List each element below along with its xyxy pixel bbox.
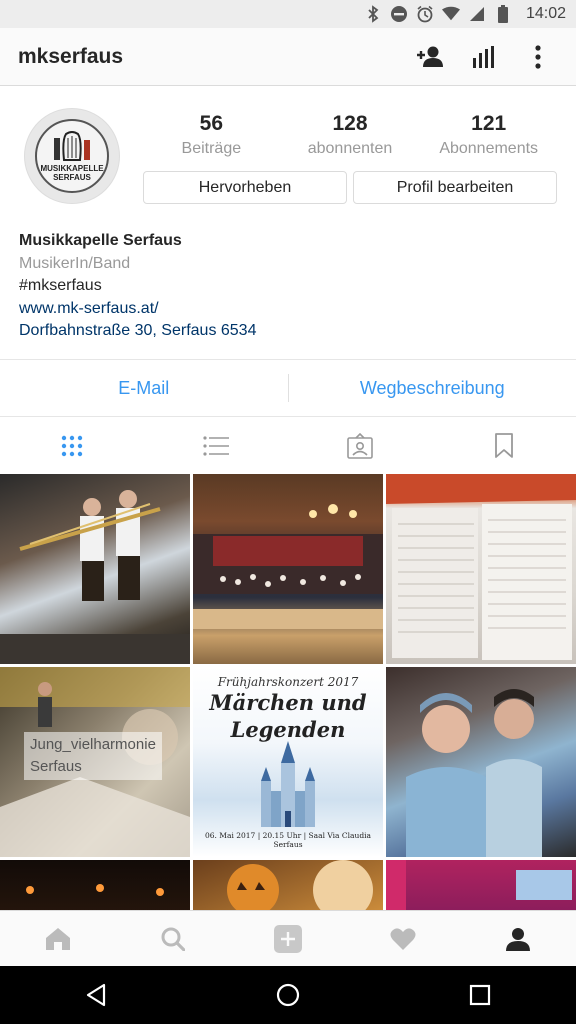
email-button[interactable]: E-Mail — [0, 378, 288, 399]
recents-icon — [469, 984, 491, 1006]
back-icon — [86, 983, 106, 1007]
post-thumbnail[interactable] — [0, 474, 190, 664]
edit-profile-button[interactable]: Profil bearbeiten — [353, 171, 557, 204]
tab-list[interactable] — [144, 418, 288, 474]
screen: 14:02 mkserfaus MUSIKKAPELLE SERFAUS 56 … — [0, 0, 576, 1024]
candlelight-photo — [26, 884, 164, 896]
poster-kicker: Frühjahrskonzert 2017 — [217, 675, 359, 689]
caption-line: Jung_vielharmonie — [30, 736, 156, 753]
bluetooth-icon — [364, 5, 382, 23]
nav-search[interactable] — [115, 911, 230, 967]
post-grid: Jung_vielharmonie Serfaus Frühjahrskonze… — [0, 474, 576, 910]
nav-home[interactable] — [0, 911, 115, 967]
back-button[interactable] — [66, 966, 126, 1024]
more-icon[interactable] — [518, 37, 558, 77]
lyre-icon — [54, 131, 90, 161]
trombone-players-photo — [0, 490, 190, 664]
stat-label: abonnenten — [307, 140, 393, 157]
band-logo: MUSIKKAPELLE SERFAUS — [35, 119, 109, 193]
activity-icon — [390, 927, 416, 950]
stat-value: 121 — [471, 112, 507, 135]
wifi-icon — [441, 5, 460, 23]
profile-name: Musikkapelle Serfaus — [19, 232, 182, 249]
clock: 14:02 — [525, 5, 566, 22]
home-circle-icon — [276, 983, 300, 1007]
stat-posts[interactable]: 56 Beiträge — [142, 112, 281, 158]
logo-subtitle: SERFAUS — [53, 173, 91, 182]
post-thumbnail[interactable] — [386, 860, 576, 910]
profile-actions: Hervorheben Profil bearbeiten — [143, 171, 557, 204]
add-post-icon — [274, 924, 302, 953]
sheet-music-photo — [386, 474, 576, 660]
poster-title: Märchen und Legenden — [193, 689, 383, 743]
contact-bar: E-Mail Wegbeschreibung — [0, 359, 576, 417]
poster-footer: 06. Mai 2017 | 20.15 Uhr | Saal Via Clau… — [204, 831, 372, 849]
profile-icon — [506, 927, 531, 951]
promote-button[interactable]: Hervorheben — [143, 171, 347, 204]
poster-title-line: Märchen und — [209, 690, 367, 715]
avatar[interactable]: MUSIKKAPELLE SERFAUS — [24, 108, 120, 204]
logo-title: MUSIKKAPELLE — [40, 164, 104, 173]
search-icon — [161, 927, 185, 951]
address-link[interactable]: Dorfbahnstraße 30, Serfaus 6534 — [19, 320, 559, 343]
castle-illustration — [261, 741, 315, 827]
stat-following[interactable]: 121 Abonnements — [419, 112, 558, 158]
post-thumbnail[interactable] — [193, 474, 383, 664]
profile-bio: Musikkapelle Serfaus MusikerIn/Band #mks… — [19, 230, 559, 343]
signal-icon — [468, 5, 486, 23]
saved-icon — [495, 433, 513, 458]
post-caption-overlay: Jung_vielharmonie Serfaus — [24, 732, 162, 780]
profile-hashtag[interactable]: #mkserfaus — [19, 275, 559, 298]
caption-line: Serfaus — [30, 758, 82, 775]
nav-activity[interactable] — [346, 911, 461, 967]
stat-value: 56 — [199, 112, 224, 135]
alarm-icon — [416, 5, 434, 23]
post-thumbnail[interactable] — [193, 860, 383, 910]
app-bar: mkserfaus — [0, 28, 576, 86]
dnd-icon — [390, 5, 408, 23]
profile-username: mkserfaus — [18, 44, 124, 68]
home-icon — [45, 927, 70, 950]
tab-saved[interactable] — [432, 418, 576, 474]
add-person-icon[interactable] — [410, 37, 450, 77]
list-icon — [203, 436, 229, 456]
tab-tagged[interactable] — [288, 418, 432, 474]
post-thumbnail[interactable] — [0, 860, 190, 910]
concert-hall-photo — [193, 504, 383, 629]
insights-icon[interactable] — [464, 37, 504, 77]
two-boys-photo — [406, 689, 542, 857]
stat-value: 128 — [332, 112, 368, 135]
nav-profile[interactable] — [461, 911, 576, 967]
tagged-icon — [347, 433, 373, 459]
post-thumbnail[interactable]: Jung_vielharmonie Serfaus — [0, 667, 190, 857]
pumpkin-photo — [227, 860, 373, 910]
stat-label: Abonnements — [439, 140, 539, 157]
stat-followers[interactable]: 128 abonnenten — [281, 112, 420, 158]
stat-label: Beiträge — [181, 140, 242, 157]
status-bar: 14:02 — [0, 0, 576, 28]
website-link[interactable]: www.mk-serfaus.at/ — [19, 298, 559, 321]
system-navigation-bar — [0, 966, 576, 1024]
tab-grid[interactable] — [0, 418, 144, 474]
recents-button[interactable] — [450, 966, 510, 1024]
grid-icon — [61, 435, 83, 457]
profile-category: MusikerIn/Band — [19, 254, 131, 272]
nav-new-post[interactable] — [230, 911, 345, 967]
home-button[interactable] — [258, 966, 318, 1024]
post-thumbnail[interactable]: Frühjahrskonzert 2017 Märchen und Legend… — [193, 667, 383, 857]
bottom-tab-bar — [0, 910, 576, 966]
stage-photo — [386, 860, 572, 910]
directions-button[interactable]: Wegbeschreibung — [289, 378, 576, 399]
poster-title-line: Legenden — [230, 717, 346, 742]
post-thumbnail[interactable] — [386, 474, 576, 664]
post-thumbnail[interactable] — [386, 667, 576, 857]
view-tabs — [0, 418, 576, 474]
battery-icon — [494, 5, 512, 23]
profile-stats: 56 Beiträge 128 abonnenten 121 Abonnemen… — [142, 112, 558, 158]
